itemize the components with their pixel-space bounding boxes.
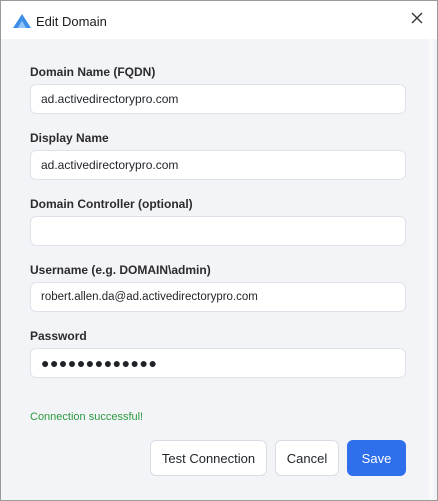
edit-domain-dialog: Edit Domain Domain Name (FQDN) Display N…: [0, 0, 438, 501]
domain-name-input[interactable]: [30, 84, 406, 114]
display-name-input[interactable]: [30, 150, 406, 180]
test-connection-button[interactable]: Test Connection: [150, 440, 267, 476]
cancel-button[interactable]: Cancel: [275, 440, 339, 476]
app-logo-icon: [12, 13, 32, 29]
domain-name-label: Domain Name (FQDN): [30, 65, 156, 79]
username-input[interactable]: [30, 282, 406, 312]
close-icon: [411, 11, 423, 29]
password-label: Password: [30, 329, 87, 343]
domain-controller-input[interactable]: [30, 216, 406, 246]
close-button[interactable]: [407, 10, 427, 30]
username-label: Username (e.g. DOMAIN\admin): [30, 263, 211, 277]
connection-status-message: Connection successful!: [30, 411, 144, 423]
dialog-content: Domain Name (FQDN) Display Name Domain C…: [1, 39, 437, 500]
display-name-label: Display Name: [30, 131, 109, 145]
title-bar: Edit Domain: [1, 1, 437, 39]
password-input[interactable]: [30, 348, 406, 378]
domain-controller-label: Domain Controller (optional): [30, 197, 193, 211]
dialog-title: Edit Domain: [36, 14, 107, 29]
save-button[interactable]: Save: [347, 440, 406, 476]
scrollbar-track: [429, 39, 433, 500]
